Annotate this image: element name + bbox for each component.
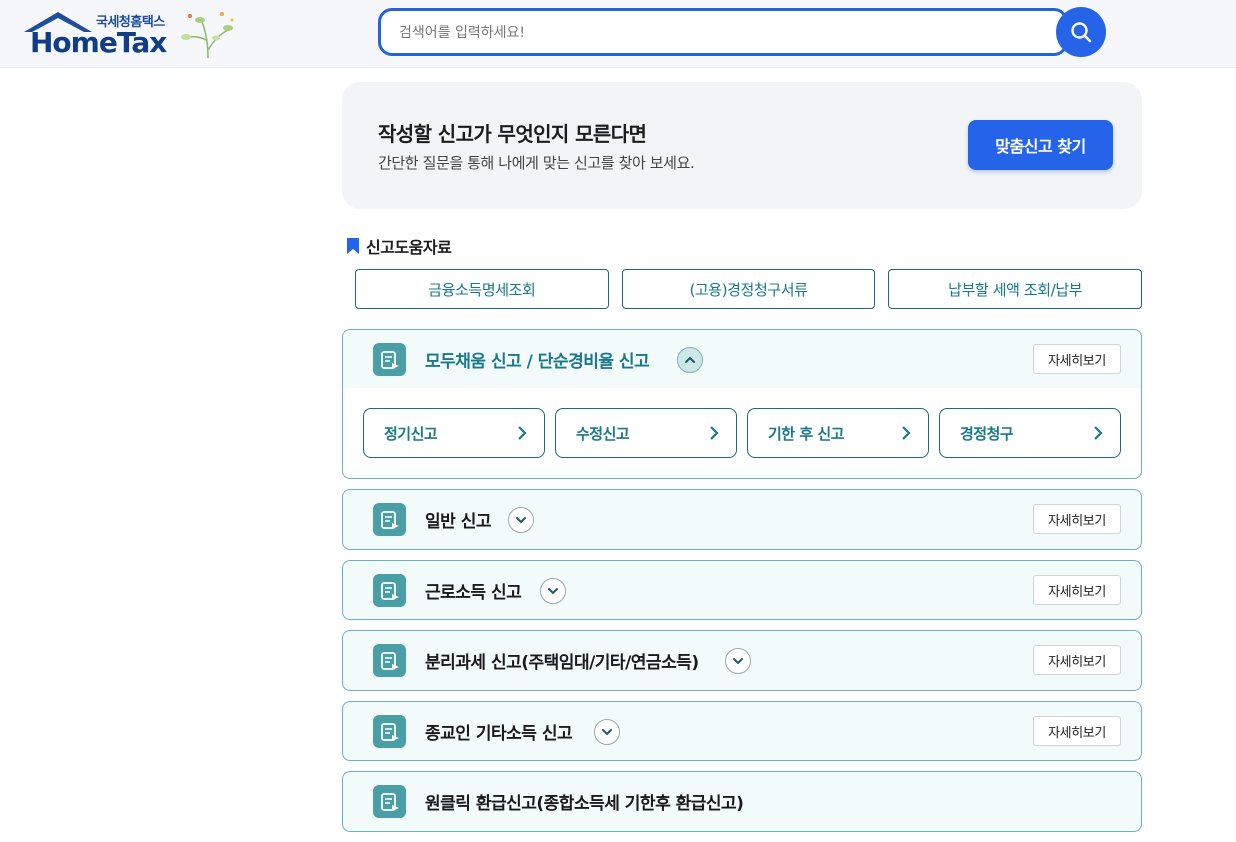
accordion-prefilled-report: 모두채움 신고 / 단순경비율 신고 자세히보기 정기신고 수정신고 기한 후 … [342,329,1142,479]
accordion-label: 일반 신고 [425,512,491,532]
accordion-general-report[interactable]: 일반 신고 자세히보기 [342,489,1142,550]
sub-item-label: 경정청구 [960,424,1014,443]
accordion-header[interactable]: 모두채움 신고 / 단순경비율 신고 자세히보기 [343,330,1141,388]
chevron-down-icon[interactable] [540,578,566,604]
regular-report-button[interactable]: 정기신고 [363,408,545,458]
search-box [378,8,1068,56]
chevron-right-icon [1094,426,1103,440]
accordion-label: 분리과세 신고(주택임대/기타/연금소득) [425,653,699,673]
report-document-icon [373,785,406,818]
report-document-icon [373,715,406,748]
chevron-right-icon [518,426,527,440]
plant-decoration-icon [181,12,234,59]
late-report-button[interactable]: 기한 후 신고 [747,408,929,458]
details-button[interactable]: 자세히보기 [1033,504,1121,534]
chevron-right-icon [902,426,911,440]
sub-item-label: 정기신고 [384,424,438,443]
help-section-title: 신고도움자료 [346,234,452,258]
employment-correction-docs-link[interactable]: (고용)경정청구서류 [621,269,876,309]
header: 국세청홈택스 HomeTax [0,0,1236,68]
accordion-label: 모두채움 신고 / 단순경비율 신고 [425,352,650,372]
accordion-label: 원클릭 환급신고(종합소득세 기한후 환급신고) [425,794,744,814]
report-document-icon [373,343,406,376]
correction-claim-button[interactable]: 경정청구 [939,408,1121,458]
accordion-separate-taxation-report[interactable]: 분리과세 신고(주택임대/기타/연금소득) 자세히보기 [342,630,1142,691]
chevron-down-icon[interactable] [594,719,620,745]
help-title-label: 신고도움자료 [366,238,452,257]
details-button[interactable]: 자세히보기 [1033,575,1121,605]
accordion-religious-income-report[interactable]: 종교인 기타소득 신고 자세히보기 [342,701,1142,761]
report-document-icon [373,574,406,607]
banner-subtitle: 간단한 질문을 통해 나에게 맞는 신고를 찾아 보세요. [378,154,695,172]
details-button[interactable]: 자세히보기 [1033,716,1121,746]
accordion-earned-income-report[interactable]: 근로소득 신고 자세히보기 [342,560,1142,620]
search-input[interactable] [399,20,1039,46]
accordion-body: 정기신고 수정신고 기한 후 신고 경정청구 [343,388,1141,478]
help-links: 금융소득명세조회 (고용)경정청구서류 납부할 세액 조회/납부 [355,269,1143,309]
financial-income-statement-link[interactable]: 금융소득명세조회 [355,269,609,309]
accordion-one-click-refund[interactable]: 원클릭 환급신고(종합소득세 기한후 환급신고) [342,771,1142,832]
custom-report-banner: 작성할 신고가 무엇인지 모른다면 간단한 질문을 통해 나에게 맞는 신고를 … [342,82,1142,209]
hometax-logo[interactable]: 국세청홈택스 HomeTax [20,8,240,62]
custom-report-button[interactable]: 맞춤신고 찾기 [968,120,1113,170]
logo-title: HomeTax [30,26,167,59]
report-document-icon [373,503,406,536]
bookmark-icon [347,238,359,254]
chevron-up-icon[interactable] [677,347,703,373]
accordion-label: 종교인 기타소득 신고 [425,724,573,744]
sub-item-label: 수정신고 [576,424,630,443]
chevron-right-icon [710,426,719,440]
search-icon [1071,22,1092,43]
search-button[interactable] [1056,7,1106,57]
tax-payment-link[interactable]: 납부할 세액 조회/납부 [888,269,1143,309]
details-button[interactable]: 자세히보기 [1033,344,1121,374]
details-button[interactable]: 자세히보기 [1033,645,1121,675]
chevron-down-icon[interactable] [508,507,534,533]
chevron-down-icon[interactable] [725,648,751,674]
sub-item-label: 기한 후 신고 [768,424,844,443]
accordion-label: 근로소득 신고 [425,583,522,603]
banner-title: 작성할 신고가 무엇인지 모른다면 [378,122,647,146]
report-document-icon [373,644,406,677]
amended-report-button[interactable]: 수정신고 [555,408,737,458]
